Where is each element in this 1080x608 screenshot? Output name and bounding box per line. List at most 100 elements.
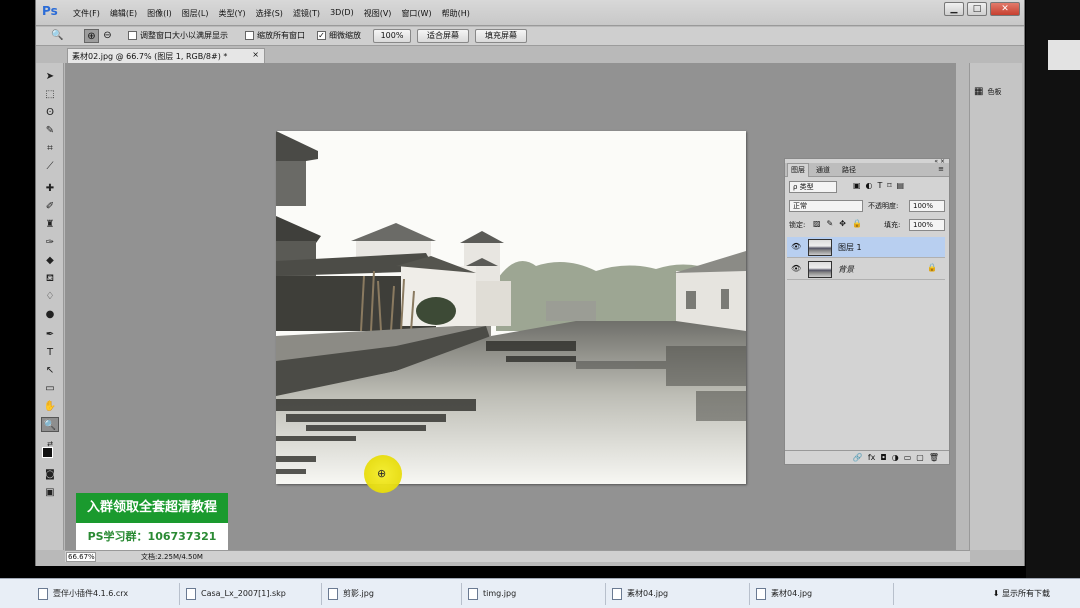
close-button[interactable]: ✕	[990, 2, 1020, 16]
visibility-eye-icon[interactable]: 👁	[791, 264, 801, 273]
new-group-icon[interactable]: ▭	[904, 451, 912, 464]
pen-tool-icon[interactable]: ✒	[41, 327, 59, 342]
color-swatches[interactable]	[41, 447, 59, 463]
menu-window[interactable]: 窗口(W)	[396, 8, 436, 19]
promo-banner: 入群领取全套超清教程 PS学习群：106737321	[76, 493, 228, 550]
menu-filter[interactable]: 滤镜(T)	[288, 8, 325, 19]
zoom-level-field[interactable]: 66.67%	[66, 552, 96, 562]
file-icon	[186, 588, 196, 600]
fill-screen-button[interactable]: 填充屏幕	[475, 29, 527, 43]
download-item[interactable]: 素材04.jpg	[612, 583, 750, 605]
hand-tool-icon[interactable]: ✋	[41, 399, 59, 414]
quick-select-tool-icon[interactable]: ✎	[41, 123, 59, 138]
shape-tool-icon[interactable]: ▭	[41, 381, 59, 396]
dodge-tool-icon[interactable]: ●	[41, 307, 59, 322]
tab-layers[interactable]: 图层	[787, 163, 809, 177]
close-tab-icon[interactable]: ×	[252, 50, 259, 59]
layer-name[interactable]: 背景	[838, 264, 854, 275]
lasso-tool-icon[interactable]: ʘ	[41, 105, 59, 120]
menu-layer[interactable]: 图层(L)	[177, 8, 214, 19]
menu-image[interactable]: 图像(I)	[142, 8, 177, 19]
blend-mode-select[interactable]: 正常	[789, 200, 863, 212]
zoom-all-option[interactable]: 缩放所有窗口	[245, 30, 305, 41]
canvas-area[interactable]: « × 图层 通道 路径 ≡ ρ 类型 ▣◐T⌑▤ 正常 不透明度: 100%	[65, 63, 956, 550]
opacity-field[interactable]: 100%	[909, 200, 945, 212]
add-mask-icon[interactable]: ◘	[880, 451, 886, 464]
clone-stamp-tool-icon[interactable]: ♜	[41, 217, 59, 232]
document-canvas[interactable]	[276, 131, 746, 484]
lock-icons[interactable]: ▨✎✥🔒	[813, 219, 868, 228]
path-selection-tool-icon[interactable]: ↖	[41, 363, 59, 378]
download-item[interactable]: 壹伴小插件4.1.6.crx	[38, 583, 180, 605]
foreground-color[interactable]	[42, 447, 53, 458]
delete-layer-icon[interactable]: 🗑	[929, 451, 939, 464]
layer-row[interactable]: 👁 图层 1	[787, 237, 945, 258]
menu-edit[interactable]: 编辑(E)	[105, 8, 142, 19]
download-item-label: 壹伴小插件4.1.6.crx	[53, 589, 129, 598]
menu-3d[interactable]: 3D(D)	[325, 8, 359, 19]
eyedropper-tool-icon[interactable]: ⟋	[41, 159, 59, 174]
history-brush-tool-icon[interactable]: ✑	[41, 235, 59, 250]
resize-window-checkbox[interactable]	[128, 31, 137, 40]
new-layer-icon[interactable]: ▢	[916, 451, 924, 464]
marquee-tool-icon[interactable]: ⬚	[41, 87, 59, 102]
options-bar: 🔍 ⊕ ⊖ 调整窗口大小以满屏显示 缩放所有窗口 ✓ 细微缩放 100% 适合屏…	[36, 27, 1024, 46]
blur-tool-icon[interactable]: ♢	[41, 289, 59, 304]
zoom-in-icon[interactable]: ⊕	[84, 29, 99, 43]
zoom-all-checkbox[interactable]	[245, 31, 254, 40]
download-item-label: 素材04.jpg	[627, 589, 669, 598]
document-info[interactable]: 文档:2.25M/4.50M	[141, 552, 203, 562]
download-item[interactable]: Casa_Lx_2007[1].skp	[186, 583, 322, 605]
resize-window-option[interactable]: 调整窗口大小以满屏显示	[128, 30, 228, 41]
download-item[interactable]: timg.jpg	[468, 583, 606, 605]
fit-screen-button[interactable]: 适合屏幕	[417, 29, 469, 43]
minimize-button[interactable]: ▁	[944, 2, 964, 16]
water-town-photo	[276, 131, 746, 484]
brush-tool-icon[interactable]: ✐	[41, 199, 59, 214]
menu-select[interactable]: 选择(S)	[251, 8, 288, 19]
download-item[interactable]: 素材04.jpg	[756, 583, 894, 605]
layer-style-icon[interactable]: fx	[868, 451, 876, 464]
zoom-tool-icon[interactable]: 🔍	[41, 417, 59, 432]
menu-file[interactable]: 文件(F)	[68, 8, 105, 19]
right-dock: ▦ 色板	[969, 63, 1022, 550]
menu-list: 文件(F) 编辑(E) 图像(I) 图层(L) 类型(Y) 选择(S) 滤镜(T…	[68, 8, 475, 19]
crop-tool-icon[interactable]: ⌗	[41, 141, 59, 156]
tab-paths[interactable]: 路径	[839, 165, 859, 175]
healing-brush-tool-icon[interactable]: ✚	[41, 181, 59, 196]
tab-channels[interactable]: 通道	[813, 165, 833, 175]
visibility-eye-icon[interactable]: 👁	[791, 242, 801, 251]
zoom-tool-preset-icon[interactable]: 🔍	[50, 29, 65, 43]
window-controls: ▁ □ ✕	[944, 2, 1020, 16]
swatches-panel-button[interactable]: ▦ 色板	[974, 83, 1020, 101]
download-item[interactable]: 剪影.jpg	[328, 583, 462, 605]
scrubby-zoom-option[interactable]: ✓ 细微缩放	[317, 30, 361, 41]
fill-field[interactable]: 100%	[909, 219, 945, 231]
link-layers-icon[interactable]: 🔗	[853, 451, 863, 464]
image-file-icon	[612, 588, 622, 600]
quick-mask-icon[interactable]: ◙	[41, 467, 59, 482]
type-tool-icon[interactable]: T	[41, 345, 59, 360]
photoshop-window: Ps 文件(F) 编辑(E) 图像(I) 图层(L) 类型(Y) 选择(S) 滤…	[35, 0, 1025, 566]
move-tool-icon[interactable]: ➤	[41, 69, 59, 84]
cursor-highlight: ⊕	[364, 455, 402, 493]
document-tab[interactable]: 素材02.jpg @ 66.7% (图层 1, RGB/8#) * ×	[67, 48, 265, 63]
maximize-button[interactable]: □	[967, 2, 987, 16]
eraser-tool-icon[interactable]: ◆	[41, 253, 59, 268]
zoom-100-button[interactable]: 100%	[373, 29, 411, 43]
menu-help[interactable]: 帮助(H)	[437, 8, 475, 19]
menu-type[interactable]: 类型(Y)	[213, 8, 250, 19]
show-all-downloads-link[interactable]: ⬇ 显示所有下载	[993, 583, 1050, 605]
filter-icons[interactable]: ▣◐T⌑▤	[853, 181, 909, 190]
layer-name[interactable]: 图层 1	[838, 242, 862, 253]
zoom-out-icon[interactable]: ⊖	[100, 29, 115, 43]
panel-menu-icon[interactable]: ≡	[935, 165, 947, 173]
layer-row[interactable]: 👁 背景 🔒	[787, 259, 945, 280]
screen-mode-icon[interactable]: ▣	[41, 485, 59, 500]
filter-kind-select[interactable]: ρ 类型	[789, 181, 837, 193]
background-window	[1048, 40, 1080, 70]
menu-view[interactable]: 视图(V)	[359, 8, 397, 19]
adjustment-layer-icon[interactable]: ◑	[892, 451, 899, 464]
paint-bucket-tool-icon[interactable]: ⛾	[41, 271, 59, 286]
scrubby-zoom-checkbox[interactable]: ✓	[317, 31, 326, 40]
